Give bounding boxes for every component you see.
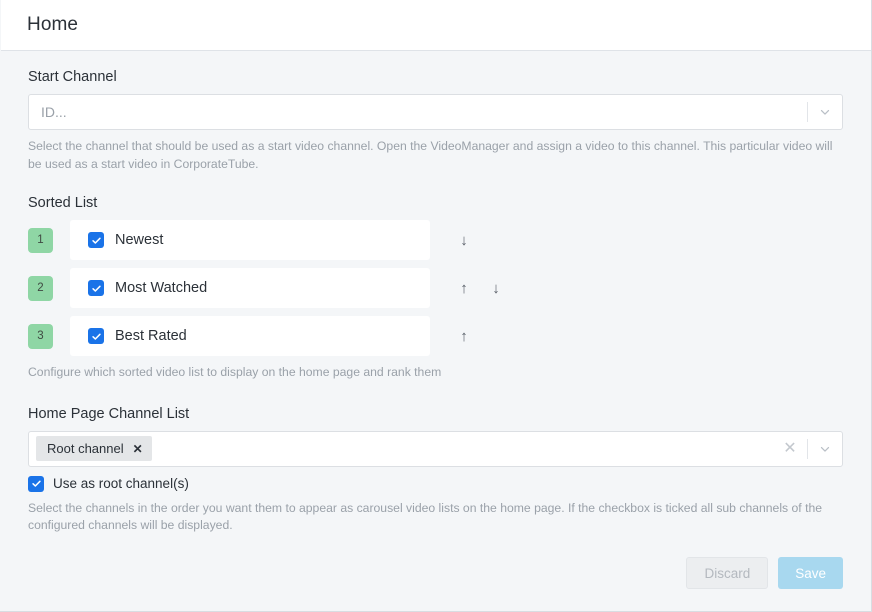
channel-list-section: Home Page Channel List Root channel ✕ ✕ (28, 406, 843, 535)
sorted-list-section: Sorted List 1 Newest ↓ 2 Most Watched ↑ … (28, 195, 843, 382)
checkbox-checked-icon[interactable] (28, 475, 44, 492)
save-button[interactable]: Save (778, 557, 843, 589)
sorted-list-rows: 1 Newest ↓ 2 Most Watched ↑ ↓ 3 Best Rat… (28, 220, 843, 356)
page-title: Home (27, 14, 79, 35)
settings-card: Home Start Channel ID... Select the chan… (0, 0, 872, 612)
footer-actions: Discard Save (686, 557, 843, 589)
discard-button[interactable]: Discard (686, 557, 769, 589)
checkbox-checked-icon[interactable] (88, 280, 104, 296)
move-down-button[interactable]: ↓ (448, 233, 480, 248)
channel-list-help: Select the channels in the order you wan… (28, 500, 823, 533)
checkbox-checked-icon[interactable] (88, 232, 104, 248)
rank-badge: 1 (28, 227, 53, 253)
start-channel-help: Select the channel that should be used a… (28, 139, 833, 171)
start-channel-label: Start Channel (28, 69, 117, 85)
start-channel-select[interactable]: ID... (28, 94, 843, 130)
channel-list-label: Home Page Channel List (28, 405, 190, 422)
channel-tag-label: Root channel (47, 441, 124, 456)
start-channel-placeholder[interactable]: ID... (29, 104, 807, 120)
select-indicators (807, 95, 842, 129)
sorted-list-row: 2 Most Watched ↑ ↓ (28, 268, 843, 308)
sorted-list-item[interactable]: Most Watched (70, 268, 430, 308)
multiselect-indicators: ✕ (773, 432, 842, 466)
sorted-list-item-label: Newest (115, 232, 164, 248)
move-down-button[interactable]: ↓ (480, 281, 512, 296)
rank-badge: 2 (28, 275, 53, 301)
sorted-list-label: Sorted List (28, 195, 98, 211)
chevron-down-icon[interactable] (808, 95, 842, 129)
use-as-root-checkbox-row[interactable]: Use as root channel(s) (28, 475, 843, 492)
close-icon[interactable]: ✕ (133, 443, 143, 455)
channel-multiselect[interactable]: Root channel ✕ ✕ (28, 430, 843, 467)
move-up-button[interactable]: ↑ (448, 329, 480, 344)
rank-badge: 3 (28, 323, 53, 349)
start-channel-section: Start Channel ID... Select the channel t… (28, 69, 843, 173)
sorted-list-row: 1 Newest ↓ (28, 220, 843, 260)
sorted-list-item[interactable]: Newest (70, 220, 430, 260)
use-as-root-label: Use as root channel(s) (53, 476, 189, 491)
card-header: Home (1, 0, 871, 51)
sorted-list-item-label: Most Watched (115, 280, 208, 296)
sorted-list-arrows: ↑ ↓ (448, 281, 512, 296)
checkbox-checked-icon[interactable] (88, 328, 104, 344)
sorted-list-item-label: Best Rated (115, 328, 187, 344)
card-body: Start Channel ID... Select the channel t… (0, 51, 871, 535)
sorted-list-help: Configure which sorted video list to dis… (28, 365, 442, 379)
clear-all-icon[interactable]: ✕ (773, 432, 807, 466)
move-up-button[interactable]: ↑ (448, 281, 480, 296)
sorted-list-row: 3 Best Rated ↑ (28, 316, 843, 356)
chevron-down-icon[interactable] (808, 432, 842, 466)
channel-tag[interactable]: Root channel ✕ (36, 436, 152, 461)
sorted-list-arrows: ↑ (448, 329, 480, 344)
sorted-list-item[interactable]: Best Rated (70, 316, 430, 356)
sorted-list-arrows: ↓ (448, 233, 480, 248)
